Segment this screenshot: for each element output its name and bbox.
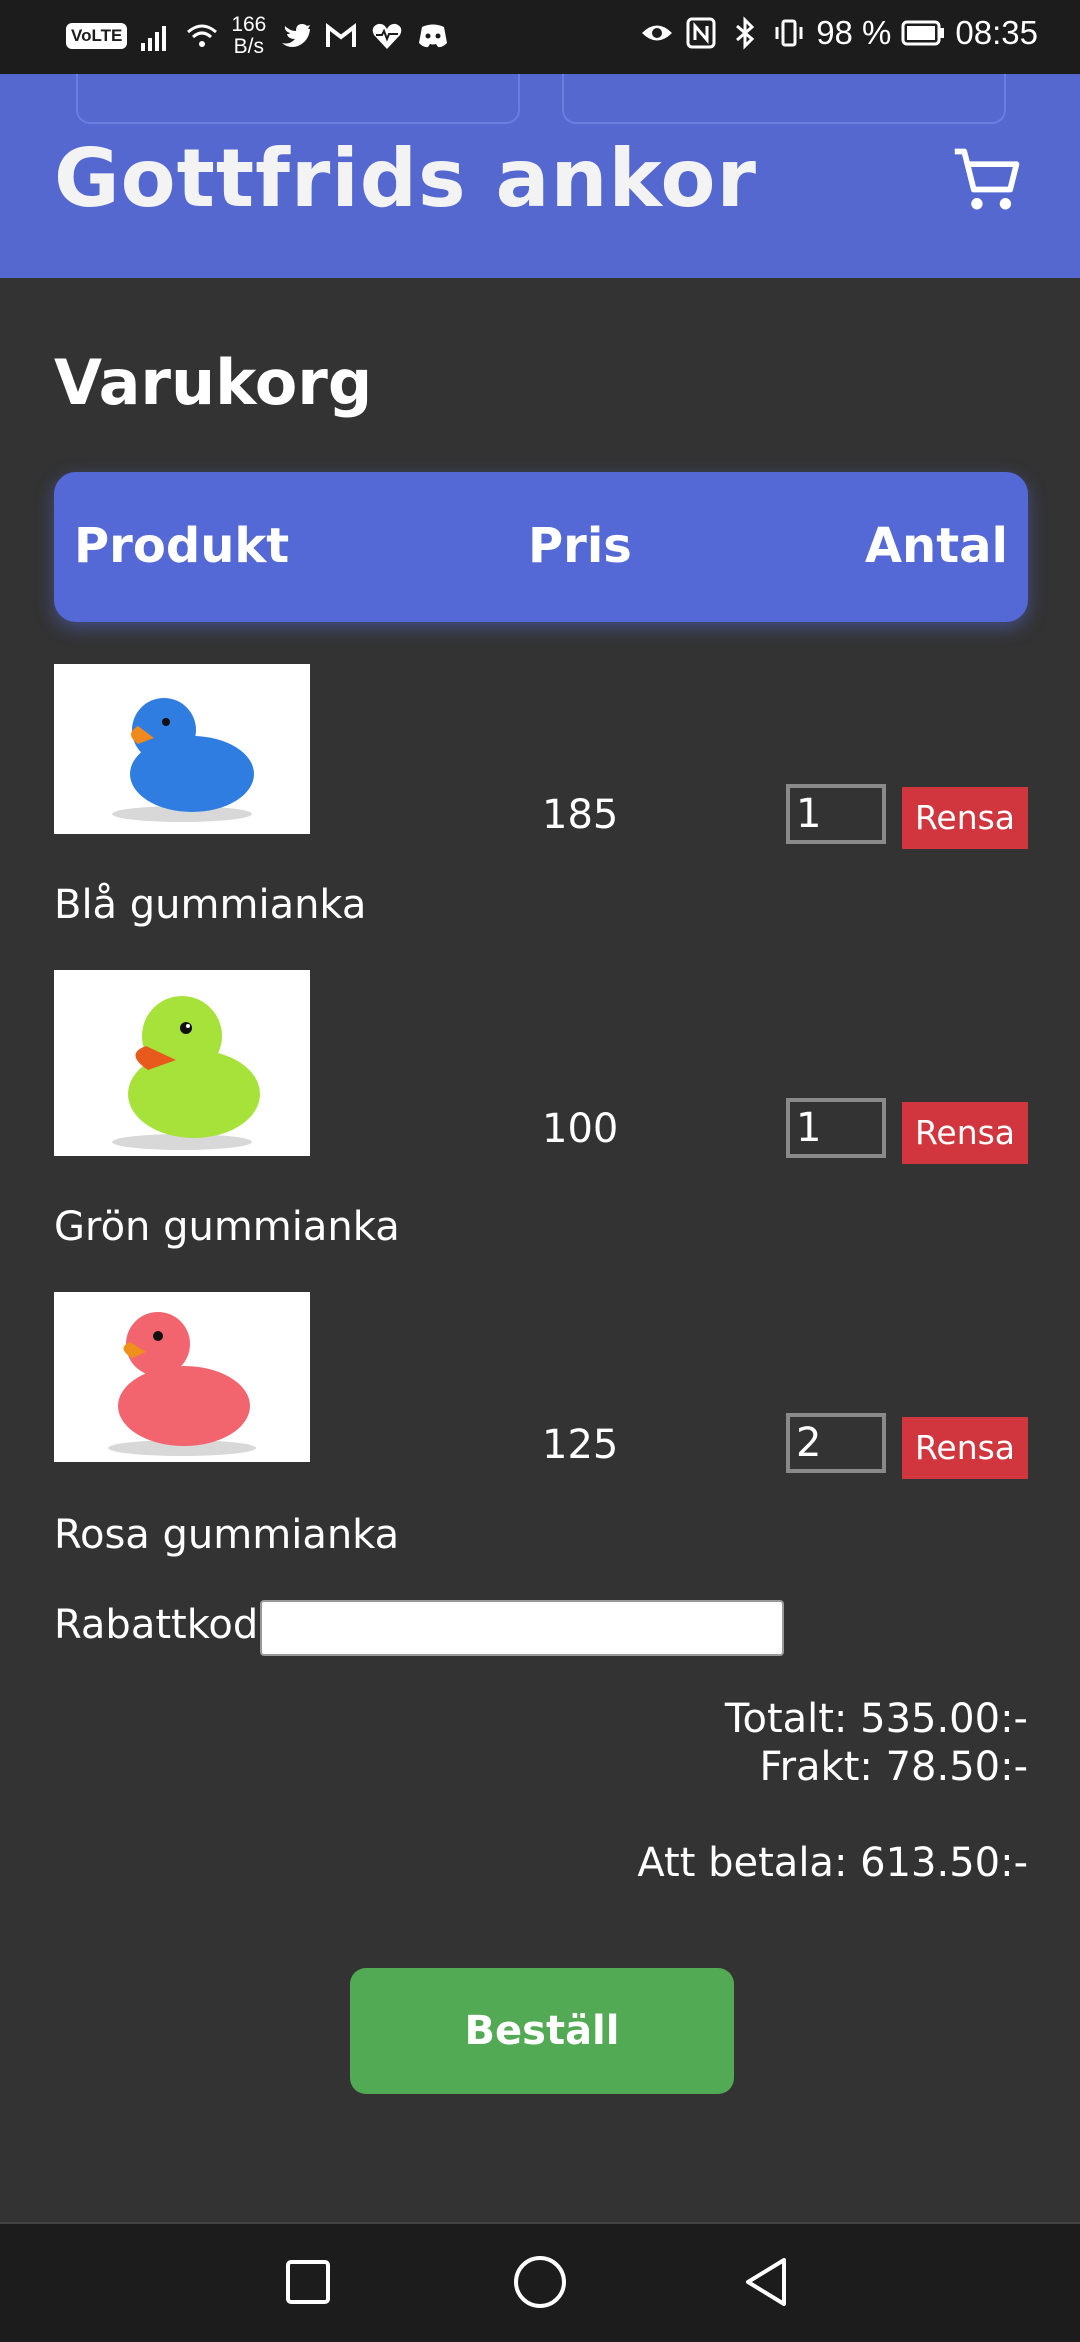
header-product: Produkt xyxy=(74,518,290,574)
network-speed: 166 B/s xyxy=(231,13,267,58)
item-price: 185 xyxy=(542,792,619,838)
status-bar-left: VoLTE 166 B/s xyxy=(66,14,450,58)
nfc-icon xyxy=(686,17,716,49)
product-image-blue-duck xyxy=(54,664,310,834)
item-price: 125 xyxy=(542,1422,619,1468)
header-quantity: Antal xyxy=(864,518,1008,574)
app-title[interactable]: Gottfrids ankor xyxy=(54,132,757,225)
volte-badge: VoLTE xyxy=(66,23,128,49)
remove-button[interactable]: Rensa xyxy=(902,1417,1028,1479)
partial-nav-button-left[interactable] xyxy=(76,74,520,124)
shopping-cart-icon[interactable] xyxy=(950,142,1026,218)
signal-icon xyxy=(141,26,167,51)
system-navigation-bar xyxy=(0,2222,1080,2342)
shipping-text: Frakt: 78.50:- xyxy=(759,1744,1028,1790)
discount-code-label: Rabattkod xyxy=(54,1602,259,1648)
clock: 08:35 xyxy=(955,14,1038,51)
health-heart-icon xyxy=(373,23,402,49)
item-price: 100 xyxy=(542,1106,619,1152)
bluetooth-icon xyxy=(736,16,755,50)
wifi-icon xyxy=(187,24,218,47)
header-price: Pris xyxy=(528,518,632,574)
item-name: Rosa gummianka xyxy=(54,1512,400,1558)
home-icon[interactable] xyxy=(510,2252,570,2312)
partial-nav-button-right[interactable] xyxy=(562,74,1006,124)
battery-percent: 98 % xyxy=(816,14,892,51)
vibrate-icon xyxy=(775,19,803,47)
remove-button[interactable]: Rensa xyxy=(902,1102,1028,1164)
rubber-duck-icon xyxy=(112,698,254,822)
remove-button[interactable]: Rensa xyxy=(902,787,1028,849)
product-image-green-duck xyxy=(54,970,310,1156)
rubber-duck-icon xyxy=(112,996,260,1150)
page-title: Varukorg xyxy=(54,346,373,419)
total-text: Totalt: 535.00:- xyxy=(724,1696,1028,1742)
discount-code-input[interactable] xyxy=(260,1600,784,1656)
quantity-input[interactable]: 1 xyxy=(786,1098,886,1158)
recent-apps-icon[interactable] xyxy=(278,2252,338,2312)
status-bar-right: 98 % 08:35 xyxy=(640,14,1038,52)
product-image-pink-duck xyxy=(54,1292,310,1462)
amount-to-pay-text: Att betala: 613.50:- xyxy=(637,1840,1028,1886)
eye-icon xyxy=(642,25,673,41)
item-name: Blå gummianka xyxy=(54,882,367,928)
order-button[interactable]: Beställ xyxy=(350,1968,734,2094)
discord-icon xyxy=(419,24,448,48)
status-bar: VoLTE 166 B/s 98 % 08:35 xyxy=(0,0,1080,74)
app-bar: Gottfrids ankor xyxy=(0,74,1080,278)
gmail-icon xyxy=(326,22,357,47)
twitter-icon xyxy=(282,24,311,47)
rubber-duck-icon xyxy=(108,1312,256,1456)
cart-table-header: Produkt Pris Antal xyxy=(54,472,1028,622)
quantity-input[interactable]: 2 xyxy=(786,1413,886,1473)
quantity-input[interactable]: 1 xyxy=(786,784,886,844)
battery-icon xyxy=(901,20,945,46)
back-icon[interactable] xyxy=(738,2252,798,2312)
item-name: Grön gummianka xyxy=(54,1204,400,1250)
